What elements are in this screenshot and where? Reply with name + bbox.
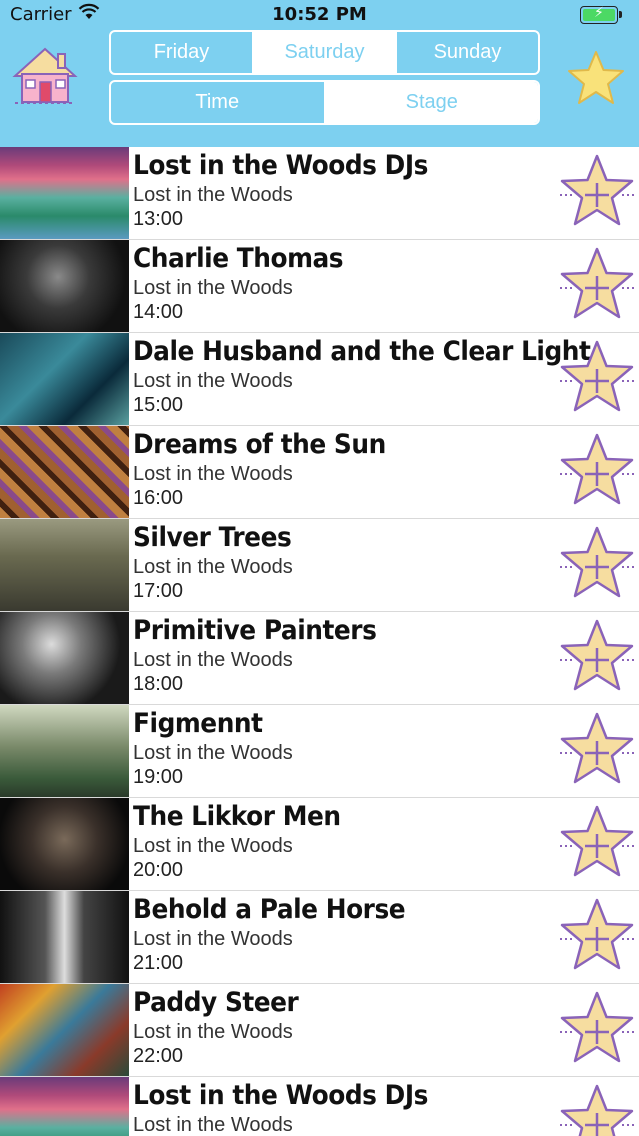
schedule-row[interactable]: Figmennt Lost in the Woods 19:00 [0,705,639,798]
sort-tab-time[interactable]: Time [111,82,326,123]
schedule-row[interactable]: Paddy Steer Lost in the Woods 22:00 [0,984,639,1077]
house-icon[interactable] [12,46,78,106]
artist-thumbnail [0,426,129,518]
add-favorite-star-icon[interactable] [558,339,636,415]
stage-name: Lost in the Woods [133,370,293,392]
stage-name: Lost in the Woods [133,1114,293,1136]
day-tab-friday[interactable]: Friday [111,32,254,73]
sort-selector: Time Stage [109,80,540,125]
set-time: 18:00 [133,673,184,695]
add-favorite-star-icon[interactable] [558,525,636,601]
schedule-row[interactable]: Dale Husband and the Clear Light Lost in… [0,333,639,426]
schedule-row[interactable]: Behold a Pale Horse Lost in the Woods 21… [0,891,639,984]
artist-thumbnail [0,612,129,704]
schedule-row[interactable]: Lost in the Woods DJs Lost in the Woods … [0,147,639,240]
artist-thumbnail [0,705,129,797]
star-icon[interactable] [566,50,626,106]
artist-name: Figmennt [133,708,263,739]
artist-name: Silver Trees [133,522,292,553]
schedule-row[interactable]: Primitive Painters Lost in the Woods 18:… [0,612,639,705]
artist-name: Paddy Steer [133,987,299,1018]
set-time: 15:00 [133,394,184,416]
schedule-row[interactable]: Charlie Thomas Lost in the Woods 14:00 [0,240,639,333]
set-time: 13:00 [133,208,184,230]
artist-thumbnail [0,798,129,890]
set-time: 19:00 [133,766,184,788]
artist-name: Behold a Pale Horse [133,894,406,925]
stage-name: Lost in the Woods [133,184,293,206]
stage-name: Lost in the Woods [133,649,293,671]
schedule-row[interactable]: The Likkor Men Lost in the Woods 20:00 [0,798,639,891]
artist-thumbnail [0,891,129,983]
set-time: 20:00 [133,859,184,881]
day-selector: Friday Saturday Sunday [109,30,540,75]
status-time: 10:52 PM [272,4,367,25]
add-favorite-star-icon[interactable] [558,711,636,787]
stage-name: Lost in the Woods [133,556,293,578]
artist-thumbnail [0,1077,129,1136]
stage-name: Lost in the Woods [133,928,293,950]
stage-name: Lost in the Woods [133,835,293,857]
stage-name: Lost in the Woods [133,277,293,299]
artist-name: Charlie Thomas [133,243,344,274]
schedule-list: Lost in the Woods DJs Lost in the Woods … [0,147,639,1136]
artist-thumbnail [0,519,129,611]
sort-tab-stage[interactable]: Stage [325,82,538,123]
add-favorite-star-icon[interactable] [558,153,636,229]
artist-thumbnail [0,240,129,332]
artist-name: Dreams of the Sun [133,429,386,460]
schedule-row[interactable]: Silver Trees Lost in the Woods 17:00 [0,519,639,612]
artist-thumbnail [0,147,129,239]
add-favorite-star-icon[interactable] [558,990,636,1066]
artist-name: Dale Husband and the Clear Light [133,336,591,367]
set-time: 22:00 [133,1045,184,1067]
add-favorite-star-icon[interactable] [558,618,636,694]
status-bar: Carrier 10:52 PM ⚡ [0,0,639,30]
app-header: Carrier 10:52 PM ⚡ Friday Saturday Sunda… [0,0,639,147]
day-tab-saturday[interactable]: Saturday [254,32,397,73]
battery-nub [619,11,622,18]
artist-thumbnail [0,333,129,425]
stage-name: Lost in the Woods [133,463,293,485]
set-time: 14:00 [133,301,184,323]
add-favorite-star-icon[interactable] [558,1083,636,1136]
add-favorite-star-icon[interactable] [558,897,636,973]
add-favorite-star-icon[interactable] [558,432,636,508]
artist-name: Lost in the Woods DJs [133,1080,428,1111]
schedule-row[interactable]: Lost in the Woods DJs Lost in the Woods [0,1077,639,1136]
stage-name: Lost in the Woods [133,1021,293,1043]
add-favorite-star-icon[interactable] [558,804,636,880]
artist-thumbnail [0,984,129,1076]
add-favorite-star-icon[interactable] [558,246,636,322]
set-time: 21:00 [133,952,184,974]
schedule-row[interactable]: Dreams of the Sun Lost in the Woods 16:0… [0,426,639,519]
artist-name: The Likkor Men [133,801,341,832]
artist-name: Primitive Painters [133,615,377,646]
day-tab-sunday[interactable]: Sunday [397,32,538,73]
set-time: 16:00 [133,487,184,509]
battery-icon: ⚡ [580,5,618,24]
stage-name: Lost in the Woods [133,742,293,764]
artist-name: Lost in the Woods DJs [133,150,428,181]
set-time: 17:00 [133,580,184,602]
